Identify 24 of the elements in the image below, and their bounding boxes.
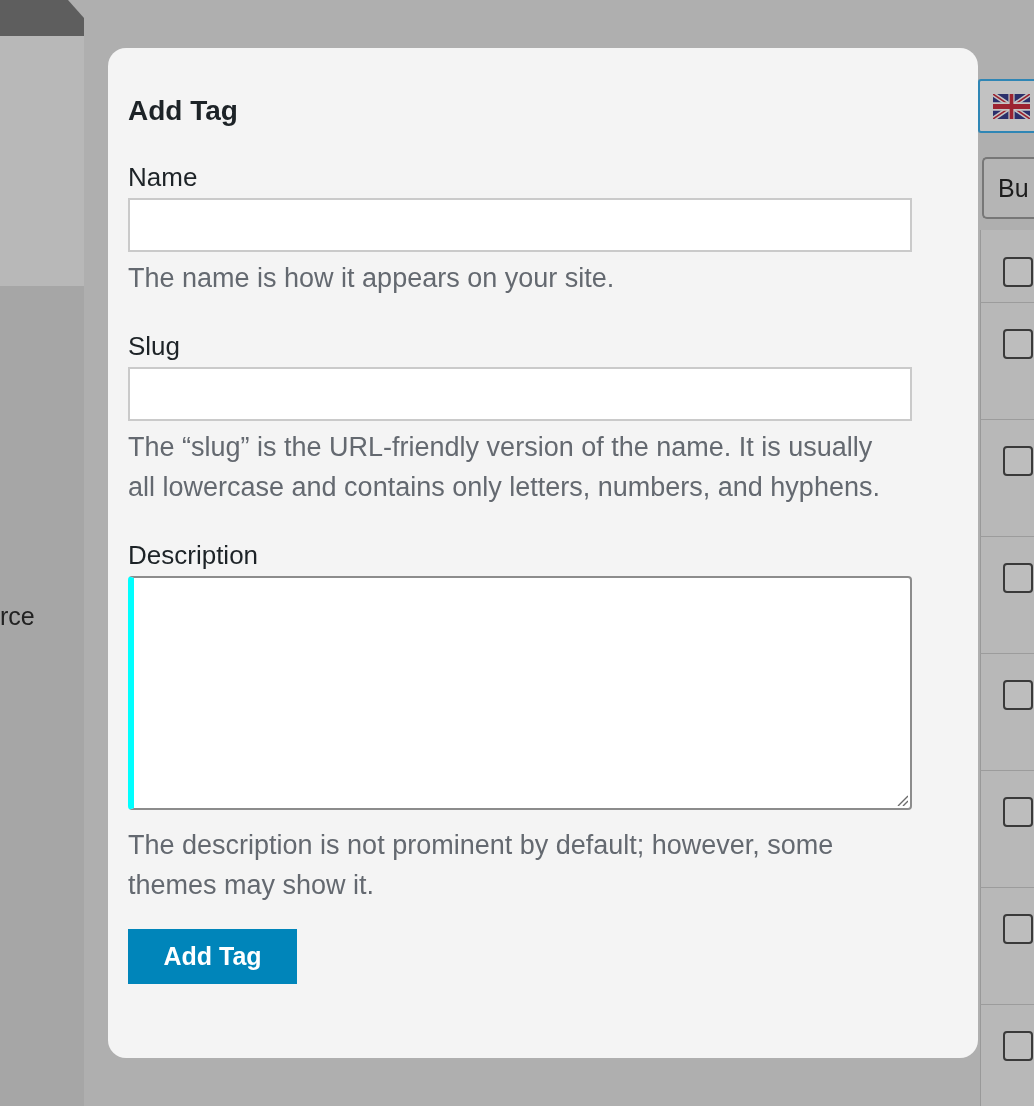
flag-button[interactable] [978,79,1034,133]
row-checkbox[interactable] [1003,446,1033,476]
toolbar-button[interactable]: Bu [982,157,1034,219]
hint-text: The “slug” is the URL-friendly version of the name. It is usually all lowercase and contains only letters, numbers, and hyphens. [128,431,881,504]
row-checkbox[interactable] [1003,914,1033,944]
row-checkbox[interactable] [1003,329,1033,359]
flag-icon [993,93,1030,119]
field-label: Description [128,541,259,569]
select-all-checkbox[interactable] [1003,257,1033,287]
hint-text: The description is not prominent by default; however, some themes may show it. [128,829,835,902]
field-label: Slug [128,332,181,360]
submit-button[interactable]: Add Tag [128,929,297,984]
resize-grip-icon[interactable] [897,795,908,806]
input-field[interactable] [128,198,912,252]
sidebar-text: rce [0,601,35,631]
field-label: Name [128,163,198,191]
textarea-field[interactable] [128,576,912,810]
row-checkbox[interactable] [1003,1031,1033,1061]
row-checkbox[interactable] [1003,680,1033,710]
hint-text: The name is how it appears on your site. [128,262,616,295]
row-checkbox[interactable] [1003,797,1033,827]
dialog-title: Add Tag [128,95,238,127]
input-field[interactable] [128,367,912,421]
row-checkbox[interactable] [1003,563,1033,593]
